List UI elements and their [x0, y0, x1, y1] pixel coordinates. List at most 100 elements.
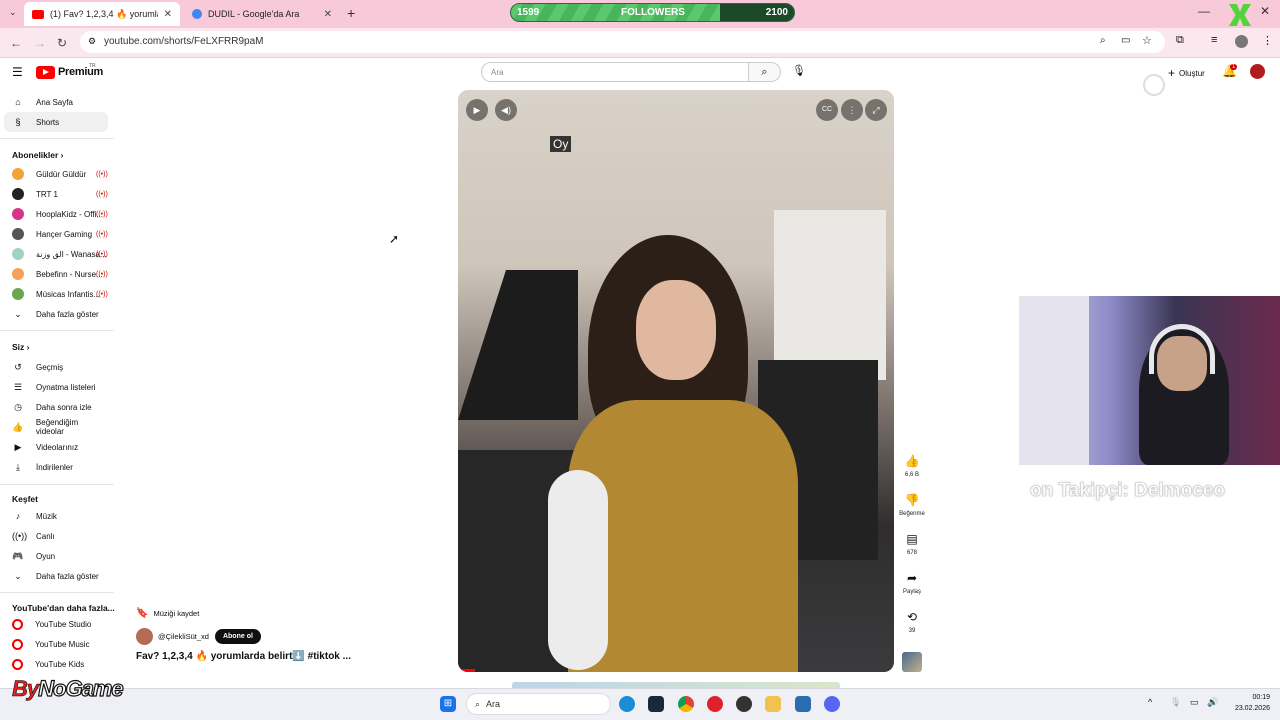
region-code: TR: [89, 63, 96, 69]
captions-button[interactable]: CC: [816, 99, 838, 121]
account-avatar[interactable]: [1250, 64, 1265, 79]
forward-icon[interactable]: →: [34, 36, 46, 50]
shorts-video-player[interactable]: ▶ ◀) CC ⋮ ⤢ Oy: [458, 90, 894, 672]
you-header[interactable]: Siz ›: [12, 342, 29, 352]
sidebar-item-label: Videolarınız: [36, 442, 79, 452]
sidebar-item-shorts[interactable]: § Shorts: [4, 112, 108, 132]
sidebar-item-music[interactable]: ♪ Müzik: [4, 506, 108, 526]
tab-search-icon[interactable]: ⌄: [9, 7, 17, 18]
tab-google[interactable]: DUDIL - Google'da Ara ✕: [184, 2, 340, 26]
subscriptions-header[interactable]: Abonelikler ›: [12, 150, 64, 160]
mic-tray-icon[interactable]: 🎙: [1170, 697, 1181, 708]
divider: [0, 484, 114, 485]
sidebar-item-gaming[interactable]: 🎮 Oyun: [4, 546, 108, 566]
taskbar-search[interactable]: ⌕ Ara: [466, 693, 611, 715]
sidebar-item-history[interactable]: ↺ Geçmiş: [4, 357, 108, 377]
chrome-icon[interactable]: [678, 696, 694, 712]
close-tab-icon[interactable]: ✕: [324, 9, 332, 20]
thumbs-up-icon: 👍: [12, 421, 24, 432]
live-indicator-icon: ((•)): [96, 270, 108, 278]
obs-icon[interactable]: [736, 696, 752, 712]
extensions-icon[interactable]: ⧉: [1176, 34, 1184, 47]
sidebar-item-liked-videos[interactable]: 👍 Beğendiğim videolar: [4, 417, 108, 437]
play-button[interactable]: ▶: [466, 99, 488, 121]
browser-menu-icon[interactable]: ⋮: [1262, 34, 1273, 47]
more-options-button[interactable]: ⋮: [841, 99, 863, 121]
sidebar-item-your-videos[interactable]: ▶ Videolarınız: [4, 437, 108, 457]
subscription-item[interactable]: Güldür Güldür ((•)): [4, 164, 108, 184]
video-title[interactable]: Fav? 1,2,3,4 🔥 yorumlarda belirt⬇️ #tikt…: [136, 651, 351, 662]
sidebar-item-watch-later[interactable]: ◷ Daha sonra izle: [4, 397, 108, 417]
volume-button[interactable]: ◀): [495, 99, 517, 121]
share-label: Paylaş: [902, 589, 921, 595]
tray-chevron-icon[interactable]: ^: [1148, 697, 1152, 707]
sidebar-item-downloads[interactable]: ⤓ İndirilenler: [4, 457, 108, 477]
remix-button[interactable]: ⟲ 39: [898, 608, 926, 634]
subscription-label: Bebefinn - Nurse...: [36, 269, 103, 279]
zoom-icon[interactable]: ⌕: [1100, 35, 1106, 46]
taskbar-clock[interactable]: 00:19 23.02.2026: [1224, 692, 1270, 714]
sidebar-item-playlists[interactable]: ☰ Oynatma listeleri: [4, 377, 108, 397]
sidebar-item-youtube-kids[interactable]: YouTube Kids: [4, 654, 108, 674]
save-music-button[interactable]: 🔖 Müziği kaydet: [136, 608, 199, 619]
install-app-icon[interactable]: ▭: [1121, 35, 1130, 46]
live-indicator-icon: ((•)): [96, 170, 108, 178]
subscription-item[interactable]: TRT 1 ((•)): [4, 184, 108, 204]
speaker-icon[interactable]: 🔊: [1207, 697, 1218, 708]
start-button-icon[interactable]: ⊞: [440, 696, 456, 712]
search-button[interactable]: ⌕: [749, 62, 781, 82]
settings-gear-icon[interactable]: [795, 696, 811, 712]
sidebar-item-youtube-music[interactable]: YouTube Music: [4, 634, 108, 654]
tab-title: DUDIL - Google'da Ara: [208, 9, 300, 19]
channel-name[interactable]: @ÇilekliSüt_xd: [158, 632, 209, 641]
download-icon: ⤓: [16, 461, 20, 472]
sidebar-item-home[interactable]: ⌂ Ana Sayfa: [4, 92, 108, 112]
search-input[interactable]: Ara: [481, 62, 749, 82]
thumbnail-preview-strip: [512, 682, 840, 688]
site-info-icon[interactable]: ⚙: [88, 36, 96, 47]
search-icon: ⌕: [761, 66, 768, 78]
youtube-premium-logo[interactable]: Premium: [58, 66, 103, 78]
video-progress-bar[interactable]: [458, 669, 476, 672]
follower-ticker: on Takipçi: Delmoceo: [1030, 480, 1226, 502]
file-explorer-icon[interactable]: [765, 696, 781, 712]
hamburger-menu-icon[interactable]: ☰: [12, 65, 23, 79]
close-tab-icon[interactable]: ✕: [164, 9, 172, 20]
subscription-item[interactable]: Músicas Infantis... ((•)): [4, 284, 108, 304]
sidebar-item-youtube-studio[interactable]: YouTube Studio: [4, 614, 108, 634]
share-button[interactable]: ➦ Paylaş: [898, 569, 926, 595]
bookmark-star-icon[interactable]: ☆: [1142, 34, 1152, 47]
subscription-item[interactable]: HooplaKidz - Offi... ((•)): [4, 204, 108, 224]
media-control-icon[interactable]: ≡: [1211, 34, 1217, 46]
profile-avatar[interactable]: [1235, 35, 1248, 48]
reload-icon[interactable]: ↻: [57, 36, 67, 50]
fullscreen-button[interactable]: ⤢: [865, 99, 887, 121]
back-icon[interactable]: ←: [10, 36, 22, 50]
create-button[interactable]: + Oluştur: [1168, 66, 1205, 80]
edge-icon[interactable]: [619, 696, 635, 712]
minimize-icon[interactable]: —: [1198, 4, 1210, 18]
explore-show-more[interactable]: ⌄ Daha fazla göster: [4, 566, 108, 586]
close-window-icon[interactable]: ✕: [1260, 4, 1270, 18]
youtube-logo-icon[interactable]: [36, 66, 55, 79]
like-button[interactable]: 👍 6,6 B: [898, 452, 926, 478]
channel-avatar[interactable]: [136, 628, 153, 645]
steam-icon[interactable]: [648, 696, 664, 712]
subscription-item[interactable]: الق وزنة - Wanasa... ((•)): [4, 244, 108, 264]
tab-youtube[interactable]: (1) Fav? 1,2,3,4 🔥 yorumlarda b ✕: [24, 2, 180, 26]
network-icon[interactable]: ▭: [1190, 697, 1199, 708]
subscription-item[interactable]: Bebefinn - Nurse... ((•)): [4, 264, 108, 284]
subscription-item[interactable]: Hançer Gaming ((•)): [4, 224, 108, 244]
subscribe-button[interactable]: Abone ol: [214, 629, 261, 644]
subscriptions-show-more[interactable]: ⌄ Daha fazla göster: [4, 304, 108, 324]
comments-button[interactable]: ▤ 678: [898, 530, 926, 556]
discord-icon[interactable]: [824, 696, 840, 712]
remix-icon: ⟲: [906, 610, 918, 624]
sound-thumbnail[interactable]: [902, 652, 922, 672]
new-tab-button[interactable]: +: [347, 5, 355, 21]
sidebar-item-live[interactable]: ((•)) Canlı: [4, 526, 108, 546]
microphone-icon[interactable]: 🎙: [792, 64, 806, 77]
opera-icon[interactable]: [707, 696, 723, 712]
url-text[interactable]: youtube.com/shorts/FeLXFRR9paM: [104, 36, 264, 47]
dislike-button[interactable]: 👎 Beğenme: [898, 491, 926, 517]
